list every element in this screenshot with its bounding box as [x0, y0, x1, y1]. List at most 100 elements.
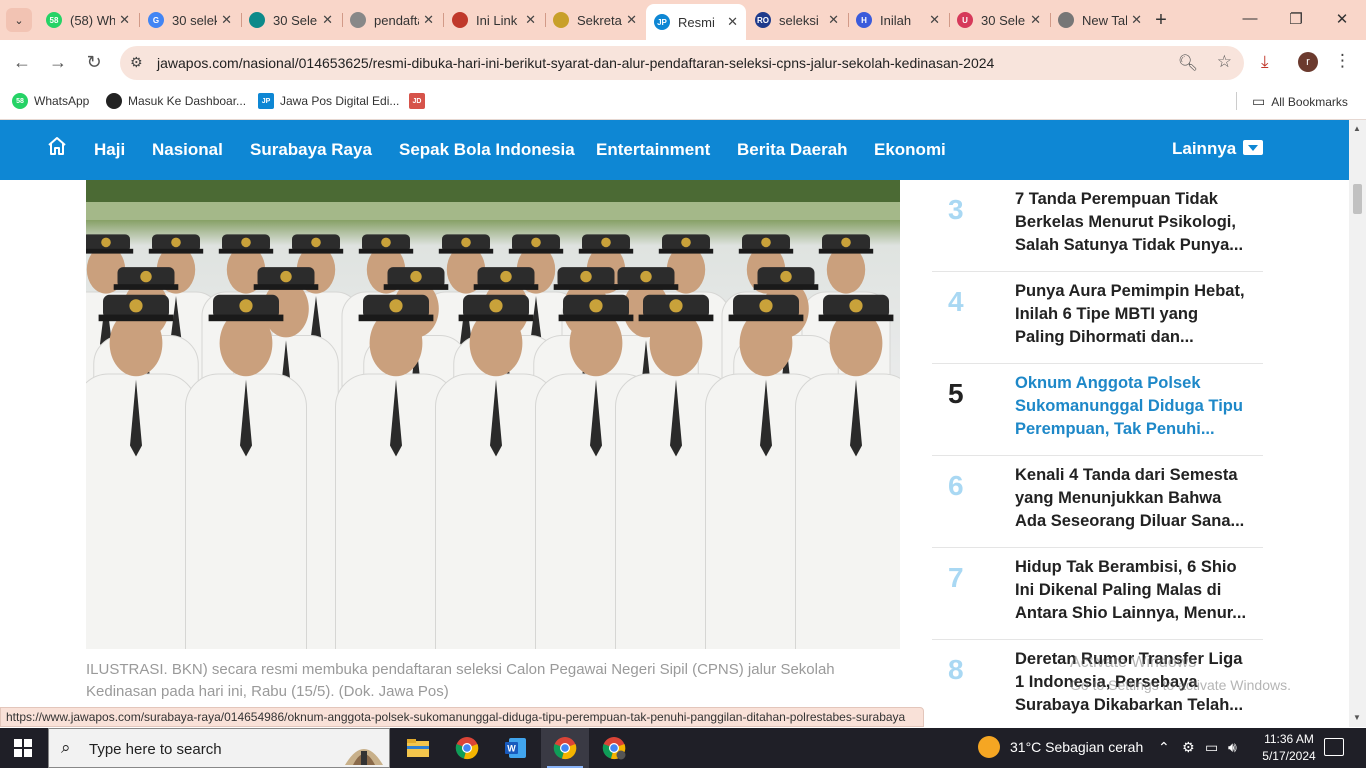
url-text[interactable]: jawapos.com/nasional/014653625/resmi-dib… [157, 55, 994, 71]
popular-title-link[interactable]: 7 Tanda Perempuan Tidak Berkelas Menurut… [1015, 188, 1251, 257]
volume-icon[interactable]: 🔊︎ [1228, 739, 1237, 756]
close-tab-icon[interactable]: ✕ [626, 12, 637, 28]
close-tab-icon[interactable]: ✕ [727, 14, 738, 30]
tab-3[interactable]: 30 Seleksi✕ [241, 6, 341, 34]
tab-8[interactable]: RO seleksi ✕ [747, 6, 847, 34]
folder-icon [407, 739, 429, 757]
popular-title-link[interactable]: Hidup Tak Berambisi, 6 Shio Ini Dikenal … [1015, 556, 1251, 625]
taskbar-word[interactable]: W [492, 728, 540, 768]
network-icon[interactable]: ▭ [1205, 739, 1218, 756]
close-tab-icon[interactable]: ✕ [322, 12, 333, 28]
scroll-thumb[interactable] [1353, 184, 1362, 214]
site-nav: Haji Nasional Surabaya Raya Sepak Bola Indo… [0, 120, 1349, 180]
page-scrollbar[interactable]: ▲ ▼ [1349, 120, 1366, 727]
close-tab-icon[interactable]: ✕ [525, 12, 536, 28]
taskbar-clock[interactable]: 11:36 AM 5/17/2024 [1254, 731, 1324, 765]
popular-rank: 4 [948, 286, 964, 317]
tab-9[interactable]: H Inilah ✕ [848, 6, 948, 34]
scroll-up-arrow-icon[interactable]: ▲ [1353, 124, 1361, 133]
popular-title-link[interactable]: Oknum Anggota Polsek Sukomanunggal Didug… [1015, 372, 1251, 441]
taskbar-file-explorer[interactable] [394, 728, 442, 768]
menu-kebab-icon[interactable]: ⋮ [1334, 51, 1351, 71]
weather-widget[interactable]: 31°C Sebagian cerah [978, 736, 1143, 758]
minimize-icon[interactable]: — [1240, 10, 1260, 27]
close-tab-icon[interactable]: ✕ [929, 12, 940, 28]
bookmark-item[interactable]: JD [409, 93, 431, 109]
popular-item[interactable]: 4 Punya Aura Pemimpin Hebat, Inilah 6 Tip… [932, 272, 1263, 364]
nav-item-entertainment[interactable]: Entertainment [596, 140, 710, 160]
popular-item[interactable]: 7 Hidup Tak Berambisi, 6 Shio Ini Dikenal… [932, 548, 1263, 640]
site-info-icon[interactable]: ⚙ [130, 54, 143, 71]
scroll-down-arrow-icon[interactable]: ▼ [1353, 713, 1361, 722]
taskbar-chrome-active[interactable] [541, 728, 589, 768]
bookmark-item[interactable]: JP Jawa Pos Digital Edi... [258, 93, 399, 109]
tray-chevron-up-icon[interactable]: ⌃ [1158, 739, 1170, 756]
tab-search-button[interactable]: ⌄ [6, 8, 32, 32]
back-icon[interactable]: ← [11, 52, 33, 73]
nav-item-ekonomi[interactable]: Ekonomi [874, 140, 946, 160]
reload-icon[interactable]: ↻ [83, 52, 105, 73]
tab-7[interactable]: JP Resmi ✕ [646, 4, 746, 40]
windows-start-icon[interactable] [14, 739, 32, 757]
tab-5[interactable]: Ini Link ✕ [444, 6, 544, 34]
home-icon[interactable] [46, 135, 68, 157]
close-tab-icon[interactable]: ✕ [1131, 12, 1142, 28]
taskbar-chrome[interactable] [443, 728, 491, 768]
bookmark-favicon-icon: 58 [12, 93, 28, 109]
nav-item-nasional[interactable]: Nasional [152, 140, 223, 160]
weather-sun-icon [978, 736, 1000, 758]
address-bar[interactable]: ⚙ jawapos.com/nasional/014653625/resmi-d… [120, 46, 1244, 80]
bookmark-favicon-icon: JP [258, 93, 274, 109]
nav-item-berita-daerah[interactable]: Berita Daerah [737, 140, 848, 160]
popular-rank: 5 [948, 378, 964, 409]
nav-more[interactable]: Lainnya [1172, 139, 1236, 159]
svg-text:W: W [507, 744, 516, 754]
network-settings-icon[interactable]: ⚙ [1182, 739, 1195, 756]
nav-item-sepak-bola-indonesia[interactable]: Sepak Bola Indonesia [399, 140, 575, 160]
bookmark-item[interactable]: Masuk Ke Dashboar... [106, 93, 246, 109]
tab-label: Sekretariat [577, 12, 622, 28]
search-highlight-icon [345, 749, 383, 765]
close-tab-icon[interactable]: ✕ [423, 12, 434, 28]
caret-down-icon[interactable] [1243, 140, 1263, 155]
nav-item-surabaya-raya[interactable]: Surabaya Raya [250, 140, 372, 160]
download-icon[interactable]: ⤓ [1261, 52, 1269, 72]
tab-4[interactable]: pendaftaran✕ [342, 6, 442, 34]
popular-title-link[interactable]: Punya Aura Pemimpin Hebat, Inilah 6 Tipe… [1015, 280, 1251, 349]
bookmark-separator [1236, 92, 1237, 110]
tab-2[interactable]: G 30 seleksi✕ [140, 6, 240, 34]
bookmark-label: Jawa Pos Digital Edi... [280, 94, 400, 108]
new-tab-button[interactable]: + [1150, 9, 1172, 32]
close-tab-icon[interactable]: ✕ [1030, 12, 1041, 28]
forward-icon[interactable]: → [47, 52, 69, 73]
popular-item[interactable]: 5 Oknum Anggota Polsek Sukomanunggal Didu… [932, 364, 1263, 456]
profile-avatar[interactable]: r [1298, 52, 1318, 72]
popular-item[interactable]: 3 7 Tanda Perempuan Tidak Berkelas Menuru… [932, 180, 1263, 272]
folder-icon: ▭ [1252, 93, 1266, 109]
tab-6[interactable]: Sekretariat✕ [545, 6, 645, 34]
browser-toolbar: ← → ↻ ⚙ jawapos.com/nasional/014653625/r… [0, 40, 1366, 86]
popular-item[interactable]: 6 Kenali 4 Tanda dari Semesta yang Menunj… [932, 456, 1263, 548]
bookmark-favicon-icon [106, 93, 122, 109]
notification-icon[interactable] [1324, 738, 1344, 756]
taskbar-search[interactable]: ⌕ Type here to search [48, 728, 390, 768]
tab-10[interactable]: U 30 Seleksi✕ [949, 6, 1049, 34]
nav-item-haji[interactable]: Haji [94, 140, 125, 160]
target-icon [452, 12, 468, 28]
zoom-icon[interactable]: 🔍︎ [1178, 53, 1198, 73]
link-status-bar: https://www.jawapos.com/surabaya-raya/01… [0, 707, 924, 727]
close-tab-icon[interactable]: ✕ [221, 12, 232, 28]
taskbar-chrome-profile[interactable] [590, 728, 638, 768]
bookmark-item[interactable]: 58 WhatsApp [12, 93, 89, 109]
popular-title-link[interactable]: Kenali 4 Tanda dari Semesta yang Menunju… [1015, 464, 1251, 533]
tab-label: pendaftaran [374, 12, 419, 28]
close-tab-icon[interactable]: ✕ [119, 12, 130, 28]
tab-1[interactable]: 58 (58) WhatsApp✕ [38, 6, 138, 34]
tab-11[interactable]: New Tab✕ [1050, 6, 1150, 34]
close-tab-icon[interactable]: ✕ [828, 12, 839, 28]
tab-label: 30 Seleksi [273, 12, 318, 28]
all-bookmarks[interactable]: ▭ All Bookmarks [1252, 93, 1348, 110]
bookmark-star-icon[interactable]: ☆ [1217, 52, 1232, 72]
restore-icon[interactable]: ❐ [1286, 10, 1306, 28]
close-window-icon[interactable]: ✕ [1332, 10, 1352, 28]
